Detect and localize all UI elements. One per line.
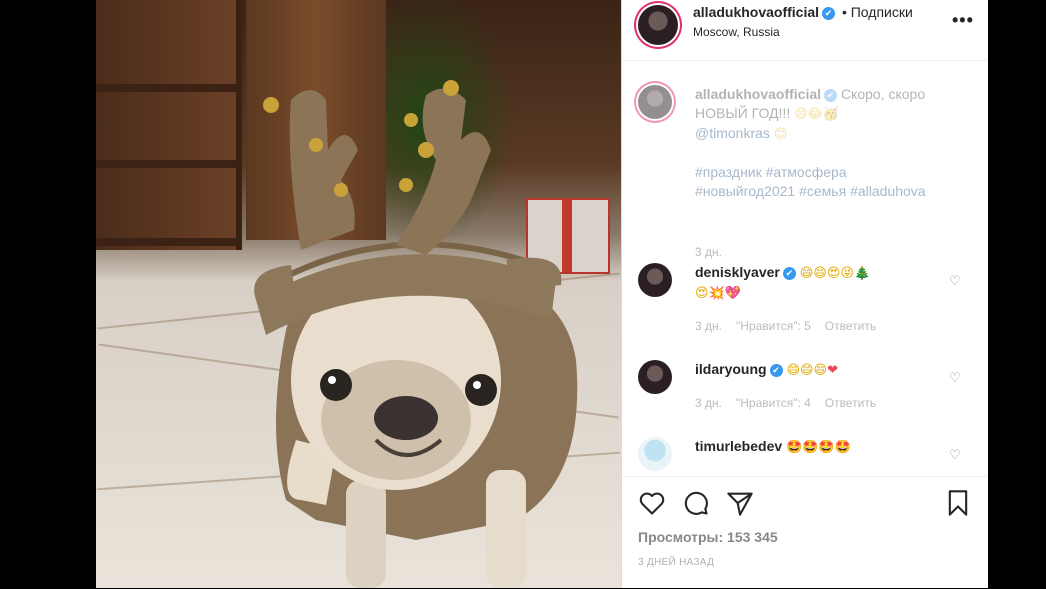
- author-line: alladukhovaofficial ✔ • Подписки: [693, 4, 913, 20]
- caption-emoji-2: 😊: [773, 127, 788, 142]
- more-dots-icon[interactable]: •••: [952, 10, 974, 31]
- comment-text: timurlebedev 🤩🤩🤩🤩: [695, 437, 955, 457]
- verified-badge-icon: ✔: [782, 267, 796, 280]
- comment-avatar[interactable]: [638, 437, 672, 471]
- share-paper-plane-icon[interactable]: [726, 489, 754, 517]
- like-comment-heart-icon[interactable]: ♡: [949, 273, 962, 288]
- comment-username[interactable]: ildaryoung: [695, 361, 767, 377]
- comment-text: denisklyaver ✔ 😄😄😍😝🎄 😍💥💖: [695, 263, 955, 303]
- verified-badge-icon: ✔: [769, 364, 783, 377]
- caption-mention[interactable]: @timonkras: [695, 125, 770, 141]
- comment-emoji-heart: ❤: [827, 363, 839, 378]
- following-label[interactable]: • Подписки: [842, 4, 913, 20]
- posted-time[interactable]: 3 дней назад: [638, 557, 714, 568]
- comment-avatar[interactable]: [638, 263, 672, 297]
- verified-badge-icon: ✔: [824, 89, 838, 102]
- author-avatar[interactable]: [638, 5, 678, 45]
- comment-emoji: 😄😄😄: [786, 363, 828, 378]
- comment-bubble-icon[interactable]: [682, 489, 710, 517]
- comment-likes[interactable]: "Нравится": 5: [736, 319, 811, 333]
- comment-time[interactable]: 3 дн.: [695, 319, 722, 333]
- like-comment-heart-icon[interactable]: ♡: [949, 370, 962, 385]
- post-video[interactable]: [96, 0, 621, 588]
- verified-badge-icon: ✔: [822, 7, 836, 20]
- location-link[interactable]: Moscow, Russia: [693, 25, 780, 39]
- comment-likes[interactable]: "Нравится": 4: [736, 396, 811, 410]
- author-username[interactable]: alladukhovaofficial: [693, 4, 819, 20]
- post-actions: Просмотры: 153 345 3 дней назад: [622, 476, 988, 589]
- comment-time[interactable]: 3 дн.: [695, 396, 722, 410]
- comment-emoji-2: 😍💥: [695, 286, 725, 301]
- caption-hashtags-1[interactable]: #праздник #атмосфера: [695, 164, 847, 180]
- comment-meta: 3 дн. "Нравится": 4 Ответить: [695, 396, 890, 410]
- like-heart-icon[interactable]: [638, 489, 666, 517]
- comment-emoji-heart: 💖: [724, 286, 741, 301]
- reply-button[interactable]: Ответить: [825, 319, 876, 333]
- comment-avatar[interactable]: [638, 360, 672, 394]
- comment-username[interactable]: denisklyaver: [695, 264, 780, 280]
- comment-emoji: 🤩🤩🤩🤩: [786, 440, 851, 455]
- comment-text: ildaryoung ✔ 😄😄😄❤: [695, 360, 955, 380]
- caption-line2: НОВЫЙ ГОД!!!: [695, 105, 791, 121]
- views-count[interactable]: Просмотры: 153 345: [638, 529, 778, 545]
- caption-text: alladukhovaofficial ✔ Скоро, скоро НОВЫЙ …: [695, 85, 955, 201]
- caption-avatar[interactable]: [638, 85, 672, 119]
- post-header: alladukhovaofficial ✔ • Подписки Moscow, …: [622, 0, 988, 61]
- comment-emoji: 😄😄😍😝: [799, 266, 854, 281]
- comments-list[interactable]: alladukhovaofficial ✔ Скоро, скоро НОВЫЙ …: [622, 61, 988, 475]
- comment-meta: 3 дн. "Нравится": 5 Ответить: [695, 319, 890, 333]
- comment-emoji-tree: 🎄: [853, 266, 871, 281]
- caption-time[interactable]: 3 дн.: [695, 245, 722, 259]
- caption-username[interactable]: alladukhovaofficial: [695, 86, 821, 102]
- french-bulldog-image: [254, 80, 578, 588]
- caption-meta: 3 дн.: [695, 245, 736, 259]
- post-sidebar: alladukhovaofficial ✔ • Подписки Moscow, …: [621, 0, 988, 588]
- bookmark-icon[interactable]: [944, 489, 972, 517]
- reply-button[interactable]: Ответить: [825, 396, 876, 410]
- caption-line1: Скоро, скоро: [840, 86, 926, 102]
- like-comment-heart-icon[interactable]: ♡: [949, 447, 962, 462]
- caption-hashtags-2[interactable]: #новыйгод2021 #семья #alladuhova: [695, 183, 926, 199]
- caption-emoji: 😄😂🥳: [794, 107, 840, 122]
- comment-username[interactable]: timurlebedev: [695, 438, 782, 454]
